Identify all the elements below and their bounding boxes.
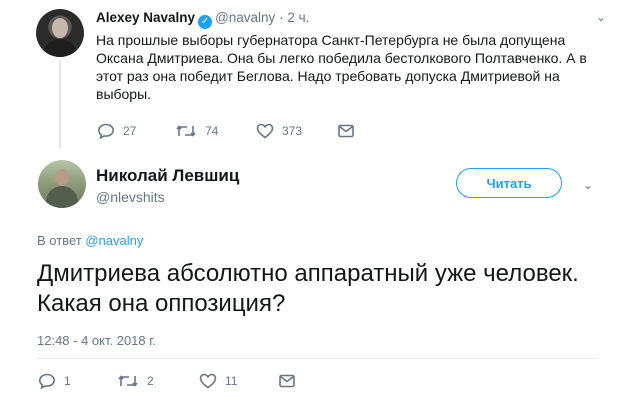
reply-icon (38, 373, 56, 389)
like-button[interactable]: 373 (256, 123, 302, 139)
chevron-down-icon[interactable]: ⌄ (592, 10, 610, 28)
quoted-tweet-actions: 27 74 373 (0, 123, 627, 139)
like-button[interactable]: 11 (199, 373, 237, 389)
follow-button[interactable]: Читать (456, 168, 562, 198)
avatar-face (55, 169, 69, 186)
reply-button[interactable]: 1 (38, 373, 71, 389)
avatar-body (46, 186, 78, 208)
author-name[interactable]: Alexey Navalny (96, 10, 195, 25)
direct-message-button[interactable] (337, 123, 355, 139)
reply-count: 27 (123, 124, 137, 138)
separator: · (279, 10, 284, 25)
retweet-count: 2 (147, 374, 154, 388)
like-icon (199, 373, 217, 389)
like-icon (256, 123, 274, 139)
tweet-timestamp[interactable]: 12:48 - 4 окт. 2018 г. (37, 333, 156, 348)
retweet-icon (118, 375, 138, 387)
message-icon (338, 124, 354, 138)
message-icon (279, 374, 295, 388)
author-name[interactable]: Николай Левшиц (96, 166, 239, 186)
direct-message-button[interactable] (278, 373, 296, 389)
retweet-button[interactable]: 74 (175, 123, 218, 139)
avatar[interactable] (38, 160, 86, 208)
like-count: 373 (282, 124, 303, 138)
reply-icon (97, 123, 115, 139)
avatar[interactable] (36, 9, 84, 57)
reply-button[interactable]: 27 (97, 123, 136, 139)
divider (37, 358, 597, 359)
reply-to-link[interactable]: @navalny (85, 233, 143, 248)
author-handle[interactable]: @navalny (215, 10, 275, 25)
tweet-text: Дмитриева абсолютно аппаратный уже челов… (37, 260, 579, 317)
quoted-tweet-text: На прошлые выборы губернатора Санкт-Пете… (96, 32, 587, 102)
retweet-button[interactable]: 2 (117, 373, 154, 389)
reply-prefix: В ответ (37, 233, 82, 248)
avatar-face (52, 18, 68, 38)
retweet-icon (176, 125, 196, 137)
chevron-down-icon[interactable]: ⌄ (580, 178, 596, 192)
like-count: 11 (225, 374, 238, 388)
reply-context: В ответ @navalny (37, 233, 143, 248)
verified-icon: ✓ (198, 15, 213, 29)
retweet-count: 74 (205, 124, 219, 138)
quoted-tweet-header: Alexey Navalny ✓ @navalny · 2 ч. (96, 10, 309, 29)
author-handle[interactable]: @nlevshits (96, 189, 165, 205)
avatar-body (42, 39, 78, 57)
reply-count: 1 (64, 374, 71, 388)
tweet-time[interactable]: 2 ч. (287, 10, 309, 25)
